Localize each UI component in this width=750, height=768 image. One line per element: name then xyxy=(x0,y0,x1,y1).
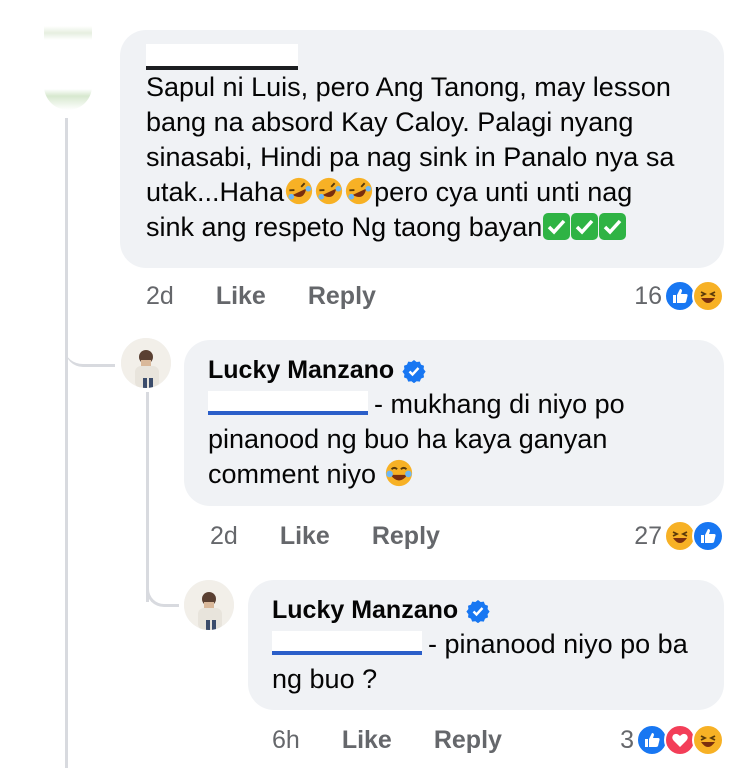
redacted-mention xyxy=(208,391,368,415)
reply-author[interactable]: Lucky Manzano xyxy=(208,356,702,385)
like-button[interactable]: Like xyxy=(342,726,392,755)
check-mark-icon xyxy=(599,213,627,240)
verified-badge-icon xyxy=(466,599,490,623)
haha-icon xyxy=(692,280,724,312)
check-mark-icon xyxy=(571,213,599,240)
reply-actions: 2d Like Reply xyxy=(210,522,440,551)
reaction-count: 3 xyxy=(620,725,634,754)
comment-author-redacted[interactable] xyxy=(146,44,704,70)
haha-icon xyxy=(692,724,724,756)
like-button[interactable]: Like xyxy=(216,282,266,311)
rolling-laughing-emoji-icon xyxy=(345,177,373,205)
reaction-summary[interactable]: 3 xyxy=(620,724,724,756)
reply-avatar[interactable] xyxy=(121,338,171,388)
reply-author[interactable]: Lucky Manzano xyxy=(272,596,704,625)
author-name[interactable]: Lucky Manzano xyxy=(208,356,394,385)
reply-time[interactable]: 2d xyxy=(210,522,238,551)
verified-badge-icon xyxy=(402,359,426,383)
thread-connector-reply1 xyxy=(65,318,115,367)
thread-connector-reply2 xyxy=(146,560,179,607)
comment-actions: 2d Like Reply xyxy=(146,282,376,311)
reply-button[interactable]: Reply xyxy=(308,282,376,311)
tears-of-joy-emoji-icon xyxy=(385,459,412,487)
reply-button[interactable]: Reply xyxy=(372,522,440,551)
reaction-summary[interactable]: 16 xyxy=(634,280,724,312)
reply-button[interactable]: Reply xyxy=(434,726,502,755)
rolling-laughing-emoji-icon xyxy=(285,177,313,205)
reaction-count: 27 xyxy=(634,521,662,550)
reaction-summary[interactable]: 27 xyxy=(634,520,724,552)
thread-line-main xyxy=(65,118,68,768)
reply-text: - mukhang di niyo po pinanood ng buo ha … xyxy=(208,389,625,489)
like-icon xyxy=(692,520,724,552)
reply-avatar[interactable] xyxy=(184,580,234,630)
redacted-mention xyxy=(272,631,422,655)
commenter-avatar[interactable] xyxy=(44,0,92,110)
redacted-name xyxy=(146,44,298,70)
like-button[interactable]: Like xyxy=(280,522,330,551)
comment-bubble: Sapul ni Luis, pero Ang Tanong, may less… xyxy=(120,30,724,268)
reaction-count: 16 xyxy=(634,281,662,310)
rolling-laughing-emoji-icon xyxy=(315,177,343,205)
comment-text: Sapul ni Luis, pero Ang Tanong, may less… xyxy=(146,72,675,242)
check-mark-icon xyxy=(543,213,571,240)
reply-bubble: Lucky Manzano - mukhang di niyo po pinan… xyxy=(184,340,724,506)
comment-time[interactable]: 2d xyxy=(146,282,174,311)
reply-bubble: Lucky Manzano - pinanood niyo po ba ng b… xyxy=(248,580,724,710)
reply-text: - pinanood niyo po ba ng buo ? xyxy=(272,629,688,694)
author-name[interactable]: Lucky Manzano xyxy=(272,596,458,625)
reply-actions: 6h Like Reply xyxy=(272,726,502,755)
reply-time[interactable]: 6h xyxy=(272,726,300,755)
